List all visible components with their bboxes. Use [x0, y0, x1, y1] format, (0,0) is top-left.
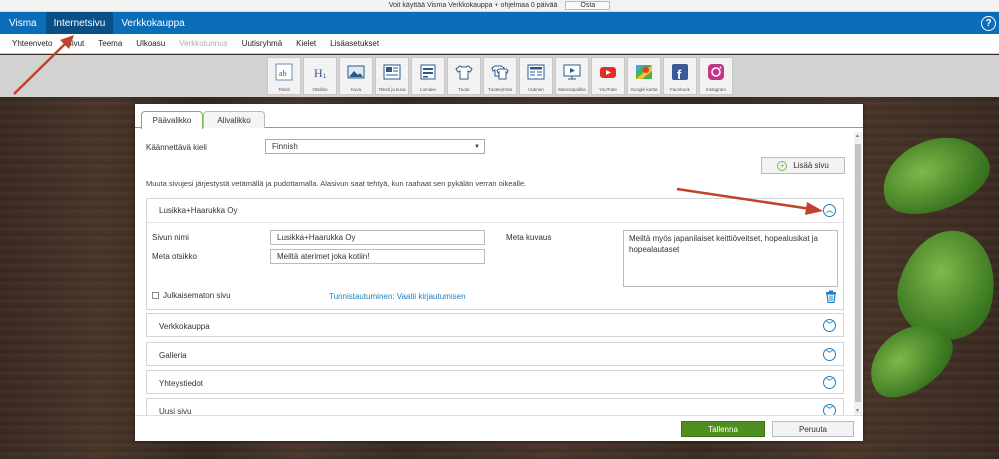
page-panel-galleria[interactable]: Galleria ﹀: [146, 342, 844, 366]
trial-banner: Voit käyttää Visma Verkkokauppa + ohjelm…: [0, 0, 999, 12]
chevron-down-icon[interactable]: ﹀: [823, 404, 836, 415]
unpublished-label: Julkaisematon sivu: [163, 291, 231, 300]
tool-news[interactable]: Uutinen: [519, 57, 553, 95]
tool-heading[interactable]: H1 Otsikko: [303, 57, 337, 95]
tool-form[interactable]: Lomake: [411, 57, 445, 95]
heading-icon: H1: [311, 63, 329, 81]
buy-button[interactable]: Osta: [565, 1, 611, 10]
page-panel-title: Uusi sivu: [159, 406, 192, 416]
svg-text:f: f: [677, 67, 682, 81]
tool-instagram[interactable]: Instagram: [699, 57, 733, 95]
text-icon: ab: [275, 63, 293, 81]
page-name-label: Sivun nimi: [152, 233, 189, 242]
dialog-footer: Tallenna Peruuta: [135, 415, 863, 441]
reorder-hint: Muuta sivujesi järjestystä vetämällä ja …: [146, 179, 527, 188]
form-icon: [419, 63, 437, 81]
product-group-icon: [491, 63, 509, 81]
language-label: Käännettävä kieli: [146, 143, 207, 152]
svg-text:H: H: [314, 66, 323, 80]
tool-product-group[interactable]: Tuoteryhmä: [483, 57, 517, 95]
unpublished-checkbox[interactable]: [152, 292, 159, 299]
ad-icon: [563, 63, 581, 81]
trial-text: Voit käyttää Visma Verkkokauppa + ohjelm…: [388, 2, 558, 9]
svg-text:1: 1: [323, 74, 327, 80]
authentication-link[interactable]: Tunnistautuminen: Vaatii kirjautumisen: [329, 292, 466, 301]
facebook-icon: f: [671, 63, 689, 81]
language-select[interactable]: Finnish ▼: [265, 139, 485, 154]
add-page-button[interactable]: + Lisää sivu: [761, 157, 845, 174]
unpublished-checkbox-row[interactable]: Julkaisematon sivu: [152, 291, 231, 300]
chevron-down-icon[interactable]: ﹀: [823, 376, 836, 389]
page-panel-uusi-sivu[interactable]: Uusi sivu ﹀: [146, 398, 844, 415]
tool-ad[interactable]: Mainospaikka: [555, 57, 589, 95]
page-name-input[interactable]: Lusikka+Haarukka Oy: [270, 230, 485, 245]
help-icon[interactable]: ?: [981, 15, 996, 31]
meta-description-textarea[interactable]: Meiltä myös japanilaiset keittiöveitset,…: [623, 230, 838, 287]
scroll-up-icon[interactable]: ▲: [855, 133, 860, 139]
language-select-value: Finnish: [272, 142, 298, 151]
subnav-item-verkkotunnus: Verkkotunnus: [179, 39, 228, 48]
subnav-item-ulkoasu[interactable]: Ulkoasu: [136, 39, 165, 48]
tool-text[interactable]: ab Teksti: [267, 57, 301, 95]
tool-facebook[interactable]: f Facebook: [663, 57, 697, 95]
page-panel-verkkokauppa[interactable]: Verkkokauppa ﹀: [146, 313, 844, 337]
page-panel-title: Galleria: [159, 350, 187, 360]
tab-alivalikko[interactable]: Alivalikko: [203, 111, 265, 128]
subnav-item-sivut[interactable]: Sivut: [66, 39, 84, 48]
tool-youtube[interactable]: YouTube: [591, 57, 625, 95]
scroll-down-icon[interactable]: ▼: [855, 408, 860, 414]
youtube-icon: [599, 63, 617, 81]
map-icon: [635, 63, 653, 81]
text-image-icon: [383, 63, 401, 81]
page-panel-title: Lusikka+Haarukka Oy: [159, 206, 238, 215]
tab-verkkokauppa[interactable]: Verkkokauppa: [113, 12, 192, 34]
save-button[interactable]: Tallenna: [681, 421, 765, 437]
instagram-icon: [707, 63, 725, 81]
subnav-item-teema[interactable]: Teema: [98, 39, 122, 48]
page-panel-yhteystiedot[interactable]: Yhteystiedot ﹀: [146, 370, 844, 394]
page-panel-title: Verkkokauppa: [159, 321, 210, 331]
brand-logo[interactable]: Visma: [0, 12, 46, 34]
subnav-item-yhteenveto[interactable]: Yhteenveto: [12, 39, 52, 48]
tab-paavalikko[interactable]: Päävalikko: [141, 111, 203, 129]
caret-down-icon: ▼: [474, 143, 480, 150]
page-menu-dialog: Päävalikko Alivalikko Käännettävä kieli …: [135, 104, 863, 441]
plus-icon: +: [777, 160, 788, 171]
tab-internetsivu[interactable]: Internetsivu: [45, 12, 114, 34]
svg-text:ab: ab: [279, 69, 287, 78]
scrollbar-thumb[interactable]: [855, 144, 861, 402]
top-navigation: Visma Internetsivu Verkkokauppa ?: [0, 12, 999, 34]
dialog-scrollbar[interactable]: ▲ ▼: [854, 132, 862, 415]
cancel-button[interactable]: Peruuta: [772, 421, 854, 437]
subnav-item-lisaasetukset[interactable]: Lisäasetukset: [330, 39, 379, 48]
tool-map[interactable]: Google kartta: [627, 57, 661, 95]
sub-navigation: Yhteenveto Sivut Teema Ulkoasu Verkkotun…: [0, 34, 999, 54]
page-panel-header[interactable]: Lusikka+Haarukka Oy ︿: [147, 199, 843, 223]
subnav-item-kielet[interactable]: Kielet: [296, 39, 316, 48]
tool-product[interactable]: Tuote: [447, 57, 481, 95]
chevron-up-icon[interactable]: ︿: [823, 204, 836, 217]
news-icon: [527, 63, 545, 81]
page-panel-title: Yhteystiedot: [159, 378, 204, 388]
subnav-item-uutisryhma[interactable]: Uutisryhmä: [242, 39, 282, 48]
chevron-down-icon[interactable]: ﹀: [823, 319, 836, 332]
meta-title-input[interactable]: Meiltä aterimet joka kotiin!: [270, 249, 485, 264]
meta-title-label: Meta otsikko: [152, 252, 197, 261]
add-page-label: Lisää sivu: [793, 161, 829, 170]
product-icon: [455, 63, 473, 81]
tool-image[interactable]: Kuva: [339, 57, 373, 95]
chevron-down-icon[interactable]: ﹀: [823, 348, 836, 361]
page-panel-expanded: Lusikka+Haarukka Oy ︿ Sivun nimi Lusikka…: [146, 198, 844, 310]
tool-text-image[interactable]: Teksti ja kuva: [375, 57, 409, 95]
trash-icon[interactable]: [825, 290, 837, 303]
dialog-tabs: Päävalikko Alivalikko: [135, 104, 863, 129]
meta-description-label: Meta kuvaus: [506, 233, 552, 242]
widget-toolbar: ab Teksti H1 Otsikko Kuva Teksti ja kuva…: [267, 57, 733, 97]
image-icon: [347, 63, 365, 81]
